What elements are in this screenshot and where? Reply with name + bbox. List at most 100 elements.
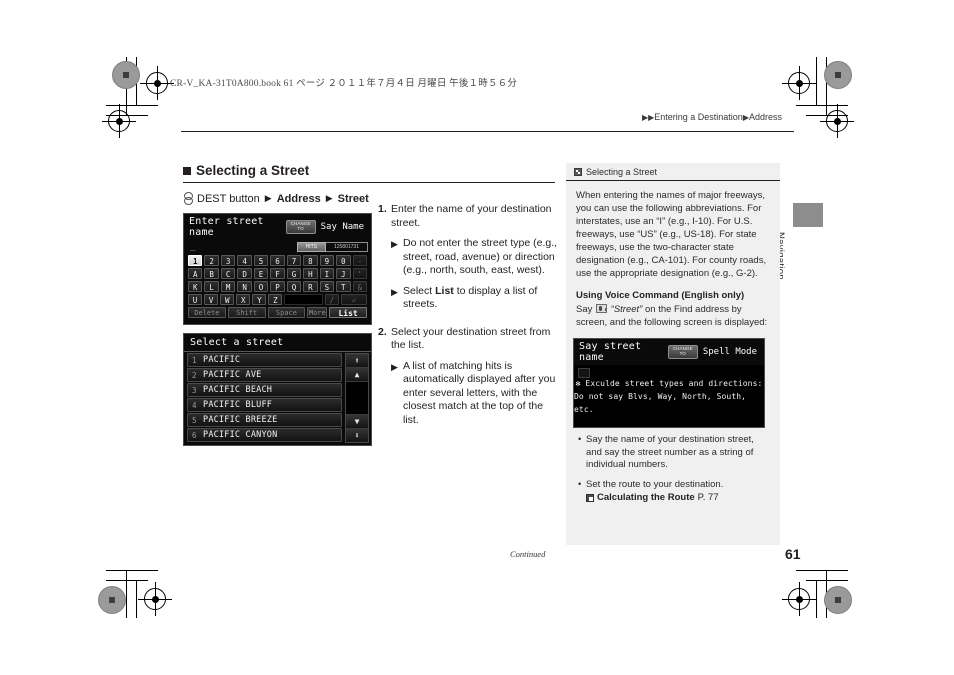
key-g[interactable]: G <box>286 268 302 279</box>
key-spacer <box>284 294 323 305</box>
voice-command-text: Say “Street” on the Find address by scre… <box>576 303 770 329</box>
scroll-to-bottom-icon[interactable]: ⬇ <box>346 428 368 442</box>
list-item-index: 3 <box>192 385 197 395</box>
list-item-label: PACIFIC BLUFF <box>203 400 273 410</box>
say-name-button[interactable]: Say Name <box>321 222 366 232</box>
list-item[interactable]: 5 PACIFIC BREEZE <box>187 413 342 427</box>
book-file-header: CR-V_KA-31T0A800.book 61 ページ ２０１１年７月４日 月… <box>170 79 518 89</box>
nav-path-arrow-icon: ▶ <box>325 193 333 203</box>
note-book-icon <box>574 168 582 176</box>
key-4[interactable]: 4 <box>237 255 252 266</box>
list-item[interactable]: 3 PACIFIC BEACH <box>187 383 342 397</box>
list-item-index: 2 <box>192 370 197 380</box>
key-e[interactable]: E <box>253 268 269 279</box>
spell-mode-button[interactable]: Spell Mode <box>703 347 759 357</box>
more-key[interactable]: More <box>307 307 328 318</box>
key-3[interactable]: 3 <box>220 255 236 266</box>
key-hyphen[interactable]: - <box>352 255 367 266</box>
step-1-sub-1-text: Do not enter the street type (e.g., stre… <box>403 237 558 276</box>
voice-command-icon <box>596 304 608 313</box>
key-apostrophe[interactable]: ' <box>352 268 367 279</box>
step-1-sub-2: ▶ Select List to display a list of stree… <box>391 285 560 312</box>
page-title-text: Selecting a Street <box>196 163 310 178</box>
key-7[interactable]: 7 <box>286 255 302 266</box>
registration-dot <box>112 61 140 89</box>
key-2[interactable]: 2 <box>204 255 219 266</box>
key-u[interactable]: U <box>188 294 203 305</box>
shift-key[interactable]: Shift <box>227 307 266 318</box>
sub-2-bold: List <box>435 284 454 297</box>
key-o[interactable]: O <box>253 281 269 292</box>
key-z[interactable]: Z <box>268 294 283 305</box>
list-screen-title: Select a street <box>184 334 371 352</box>
key-c[interactable]: C <box>220 268 236 279</box>
key-h[interactable]: H <box>303 268 318 279</box>
street-name-input[interactable]: _ <box>187 242 297 252</box>
change-to-button[interactable]: CHANGE TO <box>285 220 316 234</box>
key-a[interactable]: A <box>188 268 203 279</box>
list-item-label: PACIFIC AVE <box>203 370 262 380</box>
say-screen-body: ✻ Exculde street types and directions: D… <box>574 365 764 427</box>
key-9[interactable]: 9 <box>319 255 335 266</box>
key-5[interactable]: 5 <box>253 255 269 266</box>
key-6[interactable]: 6 <box>270 255 285 266</box>
delete-key[interactable]: Delete <box>188 307 226 318</box>
key-p[interactable]: P <box>270 281 285 292</box>
key-v[interactable]: V <box>204 294 219 305</box>
say-screen-title: Say street name <box>579 341 642 363</box>
key-l[interactable]: L <box>204 281 219 292</box>
key-m[interactable]: M <box>220 281 236 292</box>
key-k[interactable]: K <box>188 281 203 292</box>
key-0[interactable]: 0 <box>336 255 351 266</box>
key-ampersand[interactable]: & <box>352 281 367 292</box>
space-key[interactable]: Space <box>267 307 306 318</box>
key-w[interactable]: W <box>220 294 235 305</box>
key-slash[interactable]: / <box>324 294 339 305</box>
note-panel-body: When entering the names of major freeway… <box>566 181 780 329</box>
key-t[interactable]: T <box>336 281 351 292</box>
page-title: Selecting a Street <box>183 163 555 183</box>
list-item[interactable]: 4 PACIFIC BLUFF <box>187 398 342 412</box>
scroll-down-icon[interactable]: ▼ <box>346 414 368 428</box>
cross-reference[interactable]: Calculating the Route P. 77 <box>586 492 770 505</box>
voice-command-phrase: “Street” <box>610 304 643 315</box>
dest-button-icon <box>183 192 193 205</box>
registration-mark <box>782 66 816 100</box>
key-y[interactable]: Y <box>252 294 267 305</box>
nav-path-item-address: Address <box>276 192 321 205</box>
list-item[interactable]: 6 PACIFIC CANYON <box>187 428 342 442</box>
step-1-text: Enter the name of your destination stree… <box>391 203 552 229</box>
key-1[interactable]: 1 <box>188 255 203 266</box>
screen-title: Enter street name <box>189 216 264 238</box>
scroll-to-top-icon[interactable]: ⬆ <box>346 354 368 368</box>
key-f[interactable]: F <box>270 268 285 279</box>
key-8[interactable]: 8 <box>303 255 318 266</box>
change-to-line-2: TO <box>297 226 304 231</box>
nav-path-item-street: Street <box>337 192 369 205</box>
bullet-dot-icon: • <box>578 434 582 445</box>
list-item[interactable]: 2 PACIFIC AVE <box>187 368 342 382</box>
key-x[interactable]: X <box>236 294 251 305</box>
list-key[interactable]: List <box>329 307 368 318</box>
breadcrumb: ▶▶Entering a Destination▶Address <box>642 112 782 122</box>
scroll-up-icon[interactable]: ▲ <box>346 368 368 382</box>
key-j[interactable]: J <box>336 268 351 279</box>
key-s[interactable]: S <box>319 281 335 292</box>
voice-command-heading: Using Voice Command (English only) <box>576 290 745 301</box>
list-item[interactable]: 1 PACIFIC <box>187 353 342 367</box>
key-d[interactable]: D <box>237 268 252 279</box>
note-panel-header: Selecting a Street <box>566 163 780 181</box>
scrollbar-track[interactable] <box>346 382 368 414</box>
sub-2-pre: Select <box>403 284 436 297</box>
screenshot-enter-street-name: Enter street name CHANGE TO Say Name _ H… <box>183 213 372 325</box>
key-enter[interactable]: ⏎ <box>340 294 367 305</box>
key-n[interactable]: N <box>237 281 252 292</box>
say-change-to-button[interactable]: CHANGE TO <box>667 345 698 359</box>
key-i[interactable]: I <box>319 268 335 279</box>
key-b[interactable]: B <box>204 268 219 279</box>
key-q[interactable]: Q <box>286 281 302 292</box>
step-1-sub-2-text: Select List to display a list of streets… <box>403 285 560 312</box>
step-2-sub-1-text: A list of matching hits is automatically… <box>403 359 556 426</box>
key-r[interactable]: R <box>303 281 318 292</box>
list-scrollbar[interactable]: ⬆ ▲ ▼ ⬇ <box>345 353 369 443</box>
